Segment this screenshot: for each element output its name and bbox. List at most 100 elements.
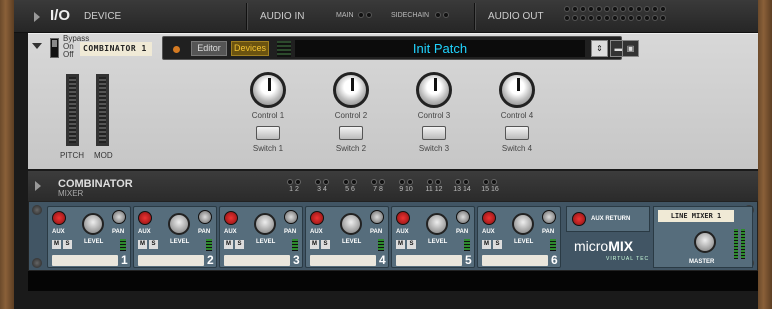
mod-label: MOD	[94, 151, 113, 160]
mute-button[interactable]: M	[138, 240, 147, 249]
level-knob[interactable]	[340, 213, 362, 235]
pan-knob[interactable]	[456, 210, 470, 224]
solo-button[interactable]: S	[149, 240, 158, 249]
editor-button[interactable]: Editor	[191, 41, 227, 56]
level-knob[interactable]	[254, 213, 276, 235]
pair-indicator: 11 12	[424, 179, 444, 194]
pitch-wheel[interactable]	[66, 74, 79, 146]
aux-return-knob[interactable]	[572, 212, 586, 226]
control-label: Control 4	[500, 111, 534, 120]
mute-button[interactable]: M	[224, 240, 233, 249]
rack-rail-left	[0, 0, 14, 309]
mixer-channel-4: AUX LEVEL PAN M S 4	[305, 206, 389, 268]
pitch-label: PITCH	[60, 151, 84, 160]
mute-button[interactable]: M	[52, 240, 61, 249]
solo-button[interactable]: S	[321, 240, 330, 249]
control-2-group: Control 2 Switch 2	[326, 72, 376, 153]
status-led	[173, 46, 180, 53]
bypass-switch[interactable]	[50, 38, 59, 58]
level-knob[interactable]	[168, 213, 190, 235]
pair-indicator: 5 6	[340, 179, 360, 194]
solo-button[interactable]: S	[493, 240, 502, 249]
mixer-channel-1: AUX LEVEL PAN M S 1	[47, 206, 131, 268]
switch-3-button[interactable]	[422, 126, 446, 140]
level-label: LEVEL	[170, 239, 190, 245]
pan-label: PAN	[542, 229, 555, 235]
channel-name-tape[interactable]	[52, 255, 118, 266]
channel-name-tape[interactable]	[138, 255, 204, 266]
level-knob[interactable]	[426, 213, 448, 235]
audio-out-jacks[interactable]	[564, 6, 668, 21]
pan-label: PAN	[284, 229, 297, 235]
activity-meter	[277, 41, 291, 57]
mixer-name-tape[interactable]: LINE MIXER 1	[658, 210, 734, 222]
pair-indicator: 1 2	[284, 179, 304, 194]
level-label: LEVEL	[256, 239, 276, 245]
pan-knob[interactable]	[112, 210, 126, 224]
control-3-knob[interactable]	[416, 72, 452, 108]
level-knob[interactable]	[512, 213, 534, 235]
aux-label: AUX	[310, 229, 323, 235]
fold-triangle-icon[interactable]	[32, 43, 42, 49]
io-subtitle: DEVICE	[84, 11, 122, 22]
divider	[474, 3, 476, 30]
channel-meter	[378, 239, 384, 251]
mute-button[interactable]: M	[310, 240, 319, 249]
mod-wheel[interactable]	[96, 74, 109, 146]
pair-indicator: 9 10	[396, 179, 416, 194]
fold-triangle-icon[interactable]	[35, 181, 41, 191]
save-icon[interactable]: ▣	[622, 40, 639, 57]
switch-4-button[interactable]	[505, 126, 529, 140]
aux-label: AUX	[52, 229, 65, 235]
mute-button[interactable]: M	[396, 240, 405, 249]
rack-rail-right	[758, 0, 772, 309]
channel-number: 3	[293, 253, 300, 267]
aux-send-knob[interactable]	[138, 211, 152, 225]
channel-name-tape[interactable]	[310, 255, 376, 266]
patch-browser: Editor Devices Init Patch ⇕ ▬ ▣	[162, 36, 639, 60]
io-title: I/O	[50, 7, 71, 24]
aux-send-knob[interactable]	[482, 211, 496, 225]
master-meter-right	[741, 229, 745, 259]
aux-send-knob[interactable]	[224, 211, 238, 225]
pair-indicator: 7 8	[368, 179, 388, 194]
patch-name-display[interactable]: Init Patch	[295, 40, 585, 57]
pan-knob[interactable]	[370, 210, 384, 224]
switch-2-button[interactable]	[339, 126, 363, 140]
patch-up-down-icon[interactable]: ⇕	[591, 40, 608, 57]
pan-label: PAN	[198, 229, 211, 235]
channel-number: 6	[551, 253, 558, 267]
solo-button[interactable]: S	[63, 240, 72, 249]
master-level-knob[interactable]	[694, 231, 716, 253]
device-name-tape[interactable]: COMBINATOR 1	[80, 42, 152, 56]
channel-meter	[120, 239, 126, 251]
control-1-knob[interactable]	[250, 72, 286, 108]
control-4-knob[interactable]	[499, 72, 535, 108]
pan-knob[interactable]	[542, 210, 556, 224]
switch-label: Switch 3	[418, 144, 450, 153]
switch-label: Switch 2	[335, 144, 367, 153]
devices-button[interactable]: Devices	[231, 41, 269, 56]
control-label: Control 1	[251, 111, 285, 120]
switch-1-button[interactable]	[256, 126, 280, 140]
main-jacks[interactable]	[358, 12, 372, 18]
pan-knob[interactable]	[284, 210, 298, 224]
aux-label: AUX	[482, 229, 495, 235]
fold-triangle-icon[interactable]	[34, 12, 40, 22]
level-knob[interactable]	[82, 213, 104, 235]
solo-button[interactable]: S	[235, 240, 244, 249]
channel-name-tape[interactable]	[224, 255, 290, 266]
channel-name-tape[interactable]	[482, 255, 548, 266]
aux-send-knob[interactable]	[310, 211, 324, 225]
control-2-knob[interactable]	[333, 72, 369, 108]
mute-button[interactable]: M	[482, 240, 491, 249]
rack-screw-icon	[32, 258, 42, 268]
control-label: Control 3	[417, 111, 451, 120]
sidechain-jacks[interactable]	[435, 12, 449, 18]
solo-button[interactable]: S	[407, 240, 416, 249]
channel-name-tape[interactable]	[396, 255, 462, 266]
pan-knob[interactable]	[198, 210, 212, 224]
aux-send-knob[interactable]	[52, 211, 66, 225]
aux-send-knob[interactable]	[396, 211, 410, 225]
control-3-group: Control 3 Switch 3	[409, 72, 459, 153]
